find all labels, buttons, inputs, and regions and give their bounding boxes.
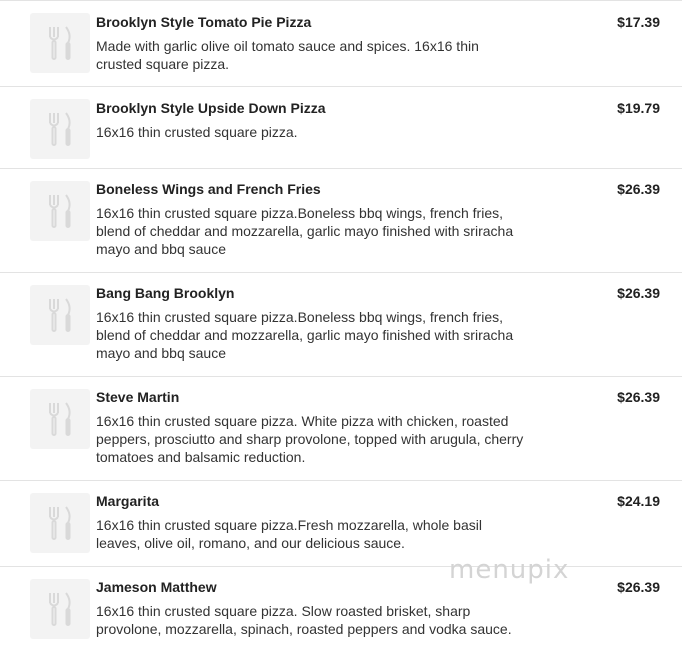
item-name[interactable]: Boneless Wings and French Fries — [96, 181, 321, 197]
item-description: 16x16 thin crusted square pizza. Slow ro… — [96, 603, 512, 637]
menu-item[interactable]: Margarita 16x16 thin crusted square pizz… — [0, 480, 682, 566]
item-image-placeholder — [30, 181, 90, 241]
item-description: 16x16 thin crusted square pizza.Boneless… — [96, 205, 514, 257]
item-description: 16x16 thin crusted square pizza.Boneless… — [96, 309, 514, 361]
utensils-icon — [49, 26, 71, 60]
menu-item[interactable]: Jameson Matthew 16x16 thin crusted squar… — [0, 566, 682, 650]
menu-item[interactable]: Brooklyn Style Tomato Pie Pizza Made wit… — [0, 0, 682, 86]
item-description: 16x16 thin crusted square pizza. — [96, 124, 298, 140]
item-image-placeholder — [30, 13, 90, 73]
item-price: $26.39 — [617, 389, 660, 405]
menu-item[interactable]: Brooklyn Style Upside Down Pizza 16x16 t… — [0, 86, 682, 168]
item-description: 16x16 thin crusted square pizza. White p… — [96, 413, 524, 465]
item-name[interactable]: Steve Martin — [96, 389, 179, 405]
item-name[interactable]: Bang Bang Brooklyn — [96, 285, 234, 301]
item-description: Made with garlic olive oil tomato sauce … — [96, 38, 479, 72]
utensils-icon — [49, 402, 71, 436]
item-description: 16x16 thin crusted square pizza.Fresh mo… — [96, 517, 482, 551]
item-image-placeholder — [30, 579, 90, 639]
item-price: $26.39 — [617, 181, 660, 197]
menu-item[interactable]: Steve Martin 16x16 thin crusted square p… — [0, 376, 682, 480]
item-price: $26.39 — [617, 285, 660, 301]
utensils-icon — [49, 194, 71, 228]
utensils-icon — [49, 298, 71, 332]
utensils-icon — [49, 592, 71, 626]
item-image-placeholder — [30, 285, 90, 345]
item-price: $24.19 — [617, 493, 660, 509]
utensils-icon — [49, 506, 71, 540]
item-name[interactable]: Brooklyn Style Upside Down Pizza — [96, 100, 326, 116]
utensils-icon — [49, 112, 71, 146]
item-image-placeholder — [30, 493, 90, 553]
item-price: $19.79 — [617, 100, 660, 116]
item-price: $26.39 — [617, 579, 660, 595]
item-name[interactable]: Jameson Matthew — [96, 579, 217, 595]
item-image-placeholder — [30, 389, 90, 449]
menu-list: Brooklyn Style Tomato Pie Pizza Made wit… — [0, 0, 682, 650]
item-name[interactable]: Margarita — [96, 493, 159, 509]
watermark: menupix — [449, 555, 570, 585]
item-name[interactable]: Brooklyn Style Tomato Pie Pizza — [96, 14, 311, 30]
menu-item[interactable]: Boneless Wings and French Fries 16x16 th… — [0, 168, 682, 272]
item-image-placeholder — [30, 99, 90, 159]
menu-item[interactable]: Bang Bang Brooklyn 16x16 thin crusted sq… — [0, 272, 682, 376]
item-price: $17.39 — [617, 14, 660, 30]
